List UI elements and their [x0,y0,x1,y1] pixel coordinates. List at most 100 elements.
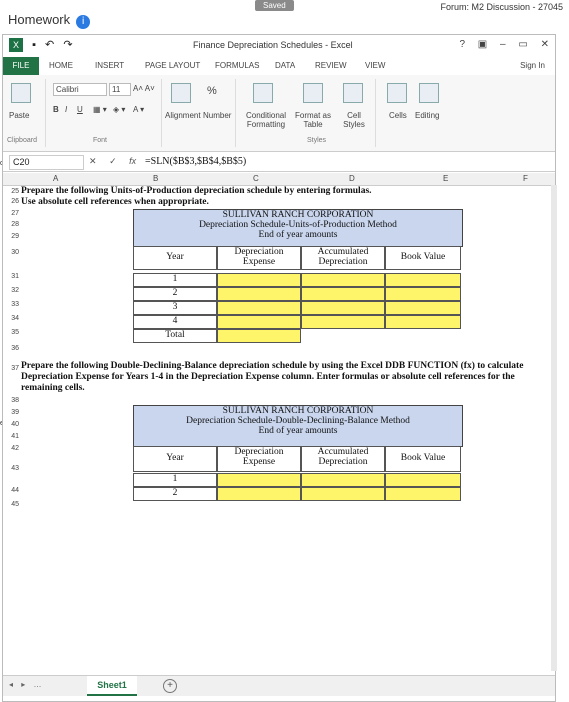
tab-file[interactable]: FILE [3,57,39,75]
redo-icon[interactable]: ↷ [63,39,72,51]
bold-button[interactable]: B [53,105,59,114]
alignment-button[interactable]: Alignment [165,111,201,120]
row-header[interactable]: 40 [3,421,19,428]
row-header[interactable]: 42 [3,445,19,452]
italic-button[interactable]: I [65,105,67,114]
table1-book-cell[interactable] [385,273,461,287]
table2-book-cell[interactable] [385,487,461,501]
column-header-e[interactable]: E [443,174,448,183]
font-size-select[interactable]: 11 [109,83,131,96]
help-button[interactable]: ? [459,39,465,50]
table1-year-cell[interactable]: 1 [133,273,217,287]
underline-button[interactable]: U [77,105,83,114]
vertical-scrollbar[interactable] [551,185,557,671]
cells-icon[interactable] [387,83,407,103]
table1-book-cell[interactable] [385,287,461,301]
table1-header-year[interactable]: Year [133,246,217,270]
formula-input[interactable]: =SLN($B$3,$B$4,$B$5) [145,156,246,167]
row-header[interactable]: 32 [3,287,19,294]
row-header[interactable]: 25 [3,188,19,195]
cell-styles-icon[interactable] [343,83,363,103]
table1-header-expense[interactable]: Depreciation Expense [217,246,301,270]
table1-year-cell[interactable]: 3 [133,301,217,315]
alignment-icon[interactable] [171,83,191,103]
table2-year-cell[interactable]: 1 [133,473,217,487]
sheet-tab-sheet1[interactable]: Sheet1 [87,676,137,696]
row-header[interactable]: 45 [3,501,19,508]
table2-header-accum[interactable]: Accumulated Depreciation [301,446,385,472]
row-header[interactable]: 30 [3,249,19,256]
percent-icon[interactable]: % [207,85,217,97]
undo-icon[interactable]: ↶ [45,39,54,51]
borders-icon[interactable]: ▦ ▾ [93,105,107,114]
tab-formulas[interactable]: FORMULAS [215,61,259,70]
paste-button-label[interactable]: Paste [9,111,29,120]
number-button[interactable]: Number [203,111,231,120]
table2-header-year[interactable]: Year [133,446,217,472]
conditional-formatting-icon[interactable] [253,83,273,103]
conditional-formatting-button[interactable]: Conditional Formatting [241,111,291,129]
editing-button[interactable]: Editing [415,111,439,120]
table2-accum-cell[interactable] [301,487,385,501]
enter-icon[interactable]: ✓ [109,156,117,166]
more-sheets-icon[interactable]: … [34,680,42,689]
table2-book-cell[interactable] [385,473,461,487]
table2-expense-cell[interactable] [217,487,301,501]
row-header[interactable]: 29 [3,233,19,240]
tab-page-layout[interactable]: PAGE LAYOUT [145,61,200,70]
minimize-button[interactable]: – [500,39,506,50]
row-header[interactable]: 33 [3,301,19,308]
table1-year-cell[interactable]: 2 [133,287,217,301]
table1-expense-cell[interactable] [217,273,301,287]
column-header-a[interactable]: A [53,174,58,183]
table2-accum-cell[interactable] [301,473,385,487]
cells-button[interactable]: Cells [389,111,407,120]
tab-insert[interactable]: INSERT [95,61,124,70]
format-as-table-icon[interactable] [303,83,323,103]
font-name-select[interactable]: Calibri [53,83,107,96]
row-header[interactable]: 39 [3,409,19,416]
cancel-icon[interactable]: ✕ [89,156,97,166]
save-icon[interactable]: ▪ [32,39,36,51]
tab-data[interactable]: DATA [275,61,295,70]
column-header-b[interactable]: B [153,174,158,183]
table2-expense-cell[interactable] [217,473,301,487]
row-header[interactable]: 44 [3,487,19,494]
paste-icon[interactable] [11,83,31,103]
row-header[interactable]: 37 [3,365,19,372]
row-header[interactable]: 35 [3,329,19,336]
table1-expense-cell[interactable] [217,287,301,301]
table1-book-cell[interactable] [385,315,461,329]
tab-home[interactable]: HOME [49,61,73,70]
row-header[interactable]: 34 [3,315,19,322]
table1-expense-cell[interactable] [217,301,301,315]
table1-book-cell[interactable] [385,301,461,315]
column-header-c[interactable]: C [253,174,259,183]
table1-header-book[interactable]: Book Value [385,246,461,270]
last-sheet-icon[interactable]: ▸ [21,680,25,689]
table1-accum-cell[interactable] [301,315,385,329]
font-color-icon[interactable]: A ▾ [133,105,144,114]
close-button[interactable]: ✕ [541,39,549,50]
column-header-f[interactable]: F [523,174,528,183]
row-header[interactable]: 43 [3,465,19,472]
row-header[interactable]: 41 [3,433,19,440]
name-box[interactable]: C20 [9,155,84,170]
info-icon[interactable]: i [76,15,91,29]
fill-color-icon[interactable]: ◈ ▾ [113,105,125,114]
column-header-d[interactable]: D [349,174,355,183]
first-sheet-icon[interactable]: ◂ [9,680,13,689]
cell-styles-button[interactable]: Cell Styles [339,111,369,129]
tab-review[interactable]: REVIEW [315,61,347,70]
table2-year-cell[interactable]: 2 [133,487,217,501]
table1-year-cell[interactable]: 4 [133,315,217,329]
format-as-table-button[interactable]: Format as Table [295,111,331,129]
insert-function-icon[interactable]: fx [129,156,136,166]
forum-tab[interactable]: Forum: M2 Discussion - 27045 [440,2,563,12]
table1-accum-cell[interactable] [301,287,385,301]
table1-expense-cell[interactable] [217,315,301,329]
table2-header-expense[interactable]: Depreciation Expense [217,446,301,472]
grow-font-icon[interactable]: A˄ A˅ [133,84,155,93]
editing-icon[interactable] [419,83,439,103]
row-header[interactable]: 28 [3,221,19,228]
